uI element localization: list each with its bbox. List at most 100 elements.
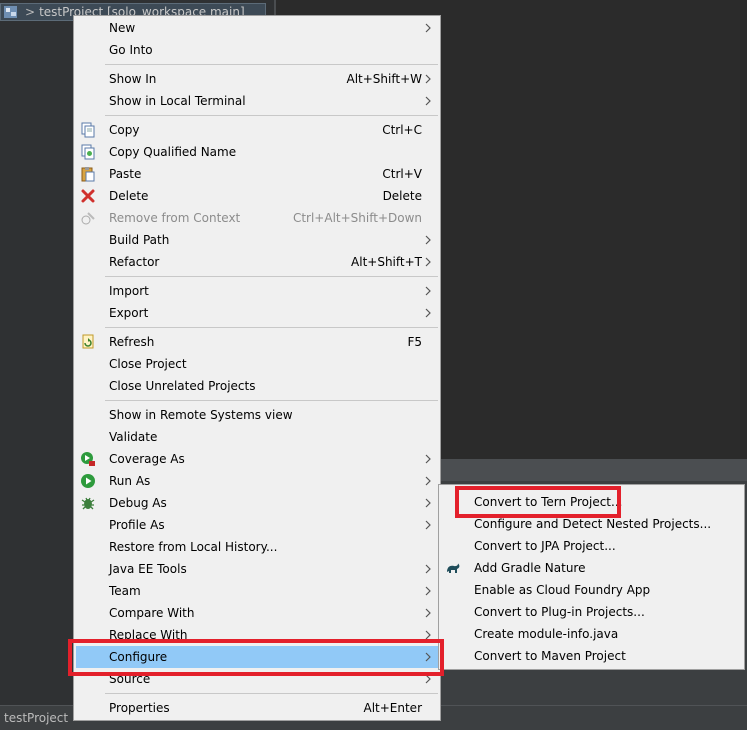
menu-item-show-in-local-terminal[interactable]: Show in Local Terminal [76,90,438,112]
project-icon [4,6,17,18]
menu-item-show-in-remote-systems-view[interactable]: Show in Remote Systems view [76,404,438,426]
submenu-arrow-icon [425,520,431,530]
menu-item-shortcut: Delete [382,189,422,203]
highlight-box-convert-tern [455,486,621,518]
submenu-arrow-icon [425,586,431,596]
menu-item-coverage-as[interactable]: Coverage As [76,448,438,470]
menu-item-java-ee-tools[interactable]: Java EE Tools [76,558,438,580]
menu-item-close-project[interactable]: Close Project [76,353,438,375]
menu-item-refresh[interactable]: Refresh F5 [76,331,438,353]
menu-item-label: Restore from Local History... [109,540,278,554]
menu-item-compare-with[interactable]: Compare With [76,602,438,624]
remove-context-icon [80,210,96,226]
menu-item-label: Build Path [109,233,170,247]
run-icon [80,473,96,489]
menu-item-label: Show In [109,72,157,86]
menu-item-label: Coverage As [109,452,185,466]
menu-item-label: New [109,21,136,35]
menu-item-label: Delete [109,189,149,203]
status-text: testProject [4,711,69,725]
copy-qualified-icon [80,144,96,160]
submenu-item-convert-to-jpa-project[interactable]: Convert to JPA Project... [441,535,742,557]
submenu-arrow-icon [425,476,431,486]
coverage-icon [80,451,96,467]
highlight-box-configure [68,639,444,676]
menu-item-team[interactable]: Team [76,580,438,602]
menu-item-copy-qualified-name[interactable]: Copy Qualified Name [76,141,438,163]
menu-item-label: Create module-info.java [474,627,619,641]
menu-item-copy[interactable]: Copy Ctrl+C [76,119,438,141]
menu-item-label: Validate [109,430,158,444]
submenu-arrow-icon [425,608,431,618]
menu-item-label: Team [109,584,141,598]
menu-item-go-into[interactable]: Go Into [76,39,438,61]
submenu-arrow-icon [425,257,431,267]
submenu-arrow-icon [425,96,431,106]
menu-item-label: Export [109,306,149,320]
menu-item-label: Remove from Context [109,211,241,225]
menu-item-label: Refactor [109,255,160,269]
delete-icon [80,188,96,204]
submenu-item-add-gradle-nature[interactable]: Add Gradle Nature [441,557,742,579]
bottom-panel-tabbar [440,459,747,481]
menu-item-shortcut: Alt+Enter [363,701,422,715]
menu-item-profile-as[interactable]: Profile As [76,514,438,536]
menu-item-export[interactable]: Export [76,302,438,324]
menu-item-label: Debug As [109,496,167,510]
submenu-arrow-icon [425,454,431,464]
menu-item-validate[interactable]: Validate [76,426,438,448]
menu-separator [105,327,438,328]
menu-item-shortcut: Ctrl+Alt+Shift+Down [292,211,422,225]
copy-icon [80,122,96,138]
menu-item-label: Configure and Detect Nested Projects... [474,517,712,531]
menu-item-label: Refresh [109,335,155,349]
submenu-arrow-icon [425,286,431,296]
menu-separator [105,115,438,116]
menu-item-build-path[interactable]: Build Path [76,229,438,251]
tree-expand-chevron[interactable]: > [25,5,35,19]
menu-item-label: Copy [109,123,140,137]
submenu-item-enable-as-cloud-foundry-app[interactable]: Enable as Cloud Foundry App [441,579,742,601]
submenu-arrow-icon [425,235,431,245]
menu-item-properties[interactable]: Properties Alt+Enter [76,697,438,719]
menu-item-label: Profile As [109,518,165,532]
submenu-item-convert-to-maven-project[interactable]: Convert to Maven Project [441,645,742,667]
submenu-arrow-icon [425,74,431,84]
submenu-item-create-module-info-java[interactable]: Create module-info.java [441,623,742,645]
menu-separator [105,400,438,401]
menu-item-run-as[interactable]: Run As [76,470,438,492]
menu-item-label: Java EE Tools [109,562,187,576]
menu-item-shortcut: Ctrl+V [382,167,422,181]
menu-item-label: Convert to Plug-in Projects... [474,605,645,619]
menu-item-show-in[interactable]: Show In Alt+Shift+W [76,68,438,90]
menu-item-label: Properties [109,701,170,715]
submenu-item-convert-to-plug-in-projects[interactable]: Convert to Plug-in Projects... [441,601,742,623]
menu-item-label: Convert to Maven Project [474,649,626,663]
context-menu: New Go Into Show In Alt+Shift+W Show in Loca… [73,15,441,721]
menu-item-label: Close Unrelated Projects [109,379,256,393]
menu-item-label: Import [109,284,149,298]
menu-item-paste[interactable]: Paste Ctrl+V [76,163,438,185]
paste-icon [80,166,96,182]
submenu-arrow-icon [425,564,431,574]
menu-item-label: Run As [109,474,151,488]
menu-item-shortcut: Alt+Shift+T [351,255,422,269]
menu-item-import[interactable]: Import [76,280,438,302]
menu-separator [105,64,438,65]
menu-separator [105,693,438,694]
menu-item-close-unrelated-projects[interactable]: Close Unrelated Projects [76,375,438,397]
gradle-icon [445,560,461,576]
menu-item-delete[interactable]: Delete Delete [76,185,438,207]
menu-item-label: Compare With [109,606,195,620]
menu-item-restore-from-local-history[interactable]: Restore from Local History... [76,536,438,558]
refresh-icon [80,334,96,350]
submenu-arrow-icon [425,498,431,508]
menu-item-label: Convert to JPA Project... [474,539,616,553]
debug-icon [80,495,96,511]
menu-item-debug-as[interactable]: Debug As [76,492,438,514]
menu-separator [105,276,438,277]
menu-item-new[interactable]: New [76,17,438,39]
menu-item-refactor[interactable]: Refactor Alt+Shift+T [76,251,438,273]
menu-item-remove-from-context: Remove from Context Ctrl+Alt+Shift+Down [76,207,438,229]
menu-item-label: Close Project [109,357,187,371]
